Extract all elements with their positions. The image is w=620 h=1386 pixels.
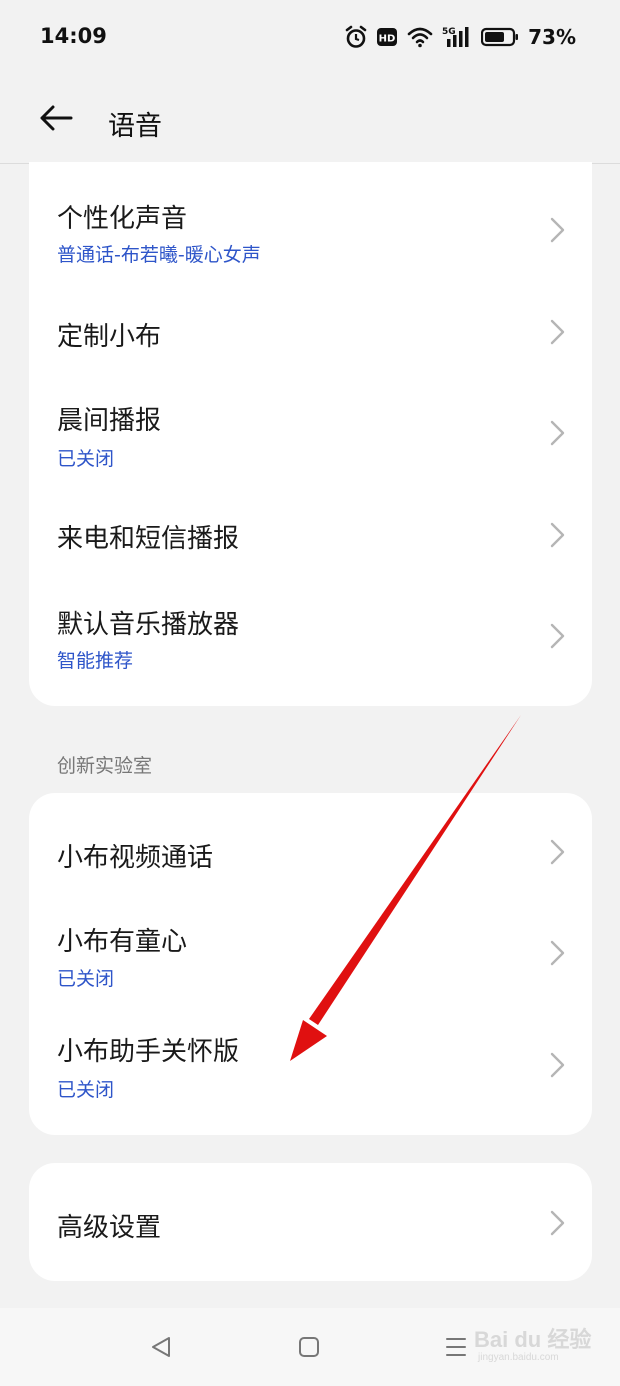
row-title: 小布助手关怀版 — [57, 1037, 240, 1067]
row-subtitle: 普通话-布若曦-暖心女声 — [57, 244, 261, 266]
row-title: 小布有童心 — [57, 927, 188, 957]
row-video-call[interactable]: 小布视频通话 — [29, 793, 592, 903]
arrow-left-icon — [39, 104, 73, 136]
status-bar: 14:09 HD 5G 73% — [0, 0, 620, 76]
chevron-right-icon — [550, 940, 565, 966]
watermark-url: jingyan.baidu.com — [478, 1352, 559, 1363]
row-personalized-voice[interactable]: 个性化声音 普通话-布若曦-暖心女声 — [29, 162, 592, 282]
row-title: 高级设置 — [57, 1213, 162, 1243]
chevron-right-icon — [550, 623, 565, 649]
settings-card-voice: 个性化声音 普通话-布若曦-暖心女声 定制小布 晨间播报 已关闭 来电和短信播报… — [29, 162, 592, 706]
row-childlike-heart[interactable]: 小布有童心 已关闭 — [29, 903, 592, 1013]
nav-back-button[interactable] — [146, 1332, 176, 1362]
nav-recents-button[interactable] — [441, 1332, 471, 1362]
row-title: 晨间播报 — [57, 406, 162, 436]
watermark-logo: Bai du 经验 — [474, 1327, 592, 1352]
settings-card-innovation-lab: 小布视频通话 小布有童心 已关闭 小布助手关怀版 已关闭 — [29, 793, 592, 1135]
section-label-innovation-lab: 创新实验室 — [57, 755, 153, 777]
row-subtitle: 已关闭 — [57, 448, 115, 470]
row-subtitle: 已关闭 — [57, 1079, 115, 1101]
square-home-icon — [299, 1337, 319, 1357]
row-morning-report[interactable]: 晨间播报 已关闭 — [29, 382, 592, 492]
chevron-right-icon — [550, 319, 565, 345]
hd-label: HD — [379, 34, 396, 45]
settings-page: 14:09 HD 5G 73% 语音 个性化声音 普通话-布若曦-暖心女声 定制… — [0, 0, 620, 1386]
alarm-icon — [345, 25, 367, 49]
chevron-right-icon — [550, 1052, 565, 1078]
row-title: 小布视频通话 — [57, 843, 214, 873]
hd-icon: HD — [376, 27, 398, 47]
row-care-edition[interactable]: 小布助手关怀版 已关闭 — [29, 1013, 592, 1135]
row-subtitle: 智能推荐 — [57, 650, 134, 672]
back-button[interactable] — [34, 102, 78, 138]
page-title: 语音 — [108, 111, 162, 142]
row-title: 默认音乐播放器 — [57, 610, 240, 640]
row-title: 个性化声音 — [57, 204, 188, 234]
status-icons: HD 5G 73% — [345, 22, 576, 52]
row-title: 来电和短信播报 — [57, 524, 240, 554]
wifi-icon — [407, 26, 433, 48]
chevron-right-icon — [550, 522, 565, 548]
row-title: 定制小布 — [57, 322, 162, 352]
row-advanced-settings[interactable]: 高级设置 — [29, 1163, 592, 1281]
menu-recents-icon — [446, 1338, 466, 1356]
battery-icon — [481, 27, 519, 47]
chevron-right-icon — [550, 839, 565, 865]
chevron-right-icon — [550, 217, 565, 243]
battery-percent: 73% — [528, 25, 576, 49]
row-call-sms-report[interactable]: 来电和短信播报 — [29, 492, 592, 592]
baidu-watermark: Bai du 经验 jingyan.baidu.com — [474, 1322, 594, 1370]
nav-home-button[interactable] — [294, 1332, 324, 1362]
row-subtitle: 已关闭 — [57, 968, 115, 990]
chevron-right-icon — [550, 1210, 565, 1236]
app-header: 语音 — [0, 76, 620, 164]
row-default-music-player[interactable]: 默认音乐播放器 智能推荐 — [29, 592, 592, 706]
status-time: 14:09 — [40, 24, 107, 48]
5g-signal-icon: 5G — [442, 25, 472, 49]
chevron-right-icon — [550, 420, 565, 446]
settings-card-advanced: 高级设置 — [29, 1163, 592, 1281]
triangle-back-icon — [152, 1337, 170, 1357]
row-custom-xiaobu[interactable]: 定制小布 — [29, 282, 592, 382]
